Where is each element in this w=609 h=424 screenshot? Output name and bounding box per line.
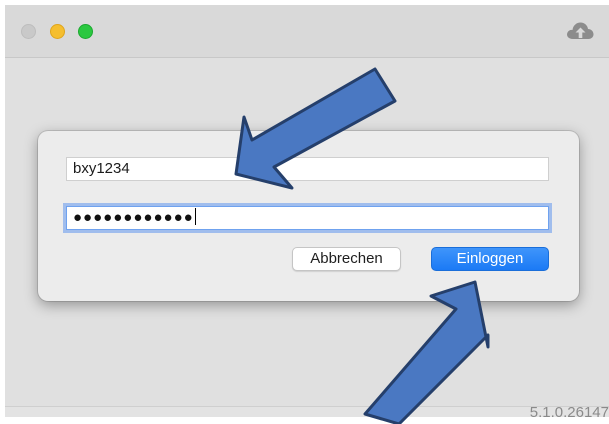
version-label: 5.1.0.26147 [529,404,609,421]
login-dialog: bxy1234 ●●●●●●●●●●●● Abbrechen Einloggen [38,131,579,301]
password-value: ●●●●●●●●●●●● [73,209,194,226]
cloud-upload-icon[interactable] [565,19,595,43]
login-button[interactable]: Einloggen [431,247,549,271]
password-field[interactable]: ●●●●●●●●●●●● [66,206,549,230]
status-bar [5,406,609,417]
title-bar [5,5,609,58]
close-window-button[interactable] [21,24,36,39]
username-field[interactable]: bxy1234 [66,157,549,181]
text-caret [194,208,196,225]
cancel-button[interactable]: Abbrechen [292,247,401,271]
zoom-window-button[interactable] [78,24,93,39]
minimize-window-button[interactable] [50,24,65,39]
